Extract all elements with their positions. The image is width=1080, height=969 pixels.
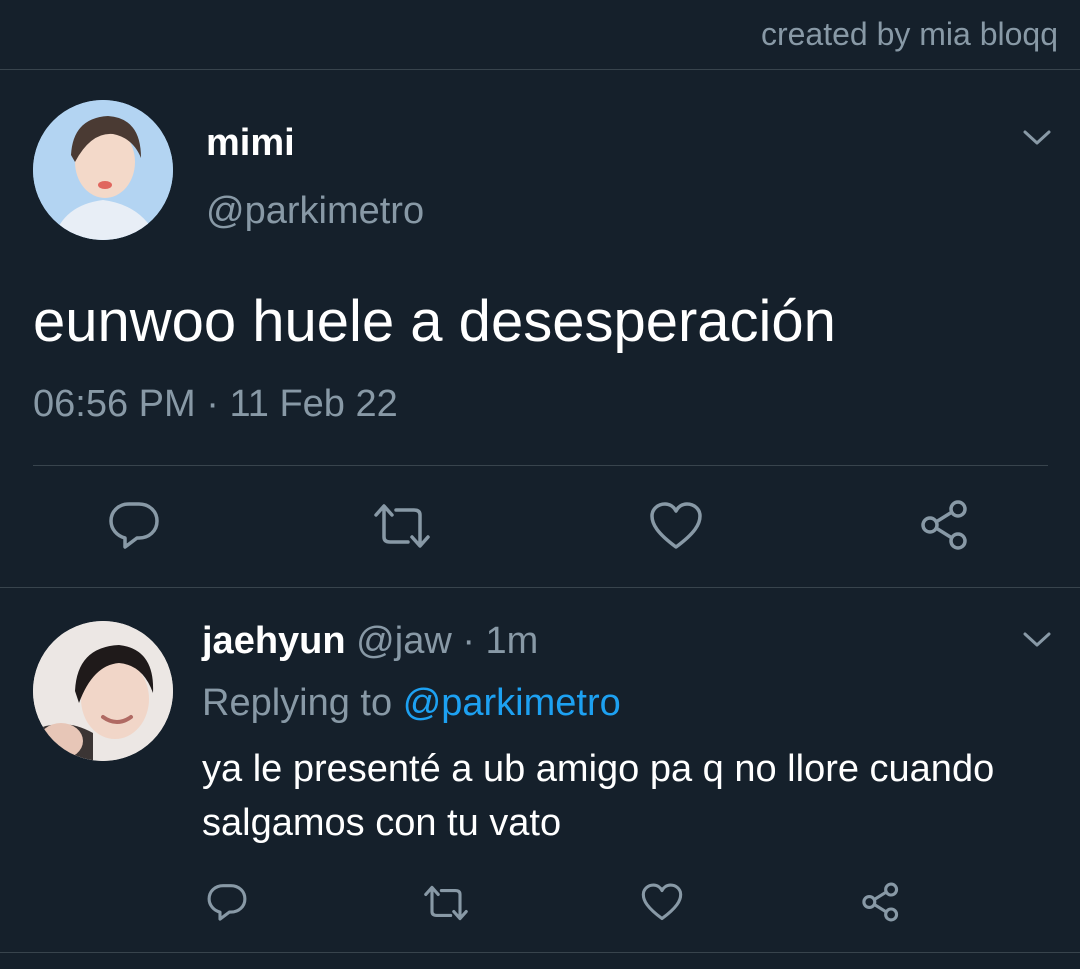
replying-label: Replying to: [202, 682, 393, 724]
like-icon[interactable]: [641, 882, 683, 924]
reply-text: ya le presenté a ub amigo pa q no llore …: [202, 748, 995, 844]
reply-icon[interactable]: [107, 498, 161, 552]
chevron-down-icon[interactable]: [1022, 630, 1052, 650]
retweet-icon[interactable]: [421, 882, 471, 924]
main-display-name[interactable]: mimi: [206, 122, 295, 165]
reply-meta-separator: ·: [462, 620, 475, 662]
thread-divider: [0, 587, 1080, 588]
user-avatar-icon: [33, 100, 173, 240]
retweet-icon[interactable]: [370, 499, 434, 553]
top-divider: [0, 69, 1080, 70]
reply-avatar[interactable]: [33, 621, 173, 761]
reply-display-name[interactable]: jaehyun: [202, 620, 346, 662]
main-handle[interactable]: @parkimetro: [206, 190, 424, 233]
share-icon[interactable]: [860, 881, 902, 923]
tweet-time: 06:56 PM: [33, 383, 196, 425]
tweet-actions-divider: [33, 465, 1048, 466]
bottom-divider: [0, 952, 1080, 953]
reply-header: jaehyun @jaw · 1m: [202, 620, 538, 663]
tweet-meta-separator: ·: [206, 383, 219, 425]
reply-handle[interactable]: @jaw: [356, 620, 452, 662]
replying-mention-link[interactable]: @parkimetro: [403, 682, 621, 724]
reply-icon[interactable]: [206, 881, 248, 923]
user-avatar-icon: [33, 621, 173, 761]
reply-age: 1m: [485, 620, 539, 662]
tweet-timestamp: 06:56 PM · 11 Feb 22: [33, 383, 398, 426]
tweet-date: 11 Feb 22: [229, 383, 398, 425]
share-icon[interactable]: [918, 498, 972, 552]
like-icon[interactable]: [649, 500, 703, 554]
tweet-text: eunwoo huele a desesperación: [33, 289, 836, 354]
credit-text: created by mia bloqq: [760, 16, 1058, 52]
chevron-down-icon[interactable]: [1022, 128, 1052, 148]
replying-to-line: Replying to @parkimetro: [202, 682, 621, 725]
main-avatar[interactable]: [33, 100, 173, 240]
